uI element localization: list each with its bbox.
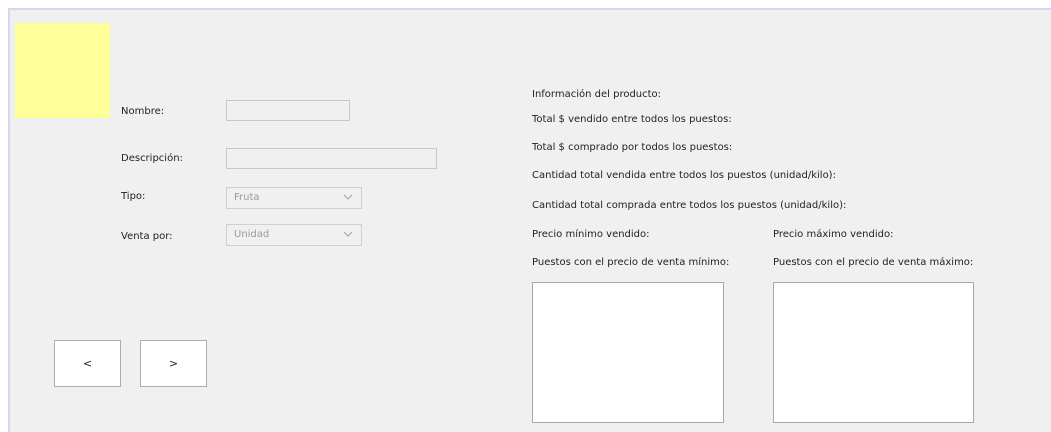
info-title: Información del producto: (532, 89, 662, 100)
prev-button[interactable]: < (54, 340, 121, 387)
cantidad-vendida-label: Cantidad total vendida entre todos los p… (532, 170, 836, 181)
tipo-select[interactable]: Fruta (226, 187, 362, 209)
tipo-label: Tipo: (121, 191, 146, 202)
next-button[interactable]: > (140, 340, 207, 387)
product-image (15, 23, 110, 118)
puestos-maximo-label: Puestos con el precio de venta máximo: (773, 257, 974, 268)
total-vendido-label: Total $ vendido entre todos los puestos: (532, 114, 732, 125)
venta-select[interactable]: Unidad (226, 224, 362, 246)
precio-maximo-label: Precio máximo vendido: (773, 229, 894, 240)
puestos-minimo-list[interactable] (532, 282, 724, 423)
nombre-field[interactable] (226, 100, 350, 121)
chevron-down-icon (343, 194, 353, 200)
precio-minimo-label: Precio mínimo vendido: (532, 229, 650, 240)
nombre-label: Nombre: (121, 106, 165, 117)
venta-select-value: Unidad (234, 229, 270, 240)
puestos-maximo-list[interactable] (773, 282, 974, 423)
puestos-minimo-label: Puestos con el precio de venta mínimo: (532, 257, 730, 268)
descripcion-field[interactable] (226, 148, 437, 169)
main-panel: Nombre: Descripción: Tipo: Fruta Venta p… (8, 8, 1051, 432)
chevron-down-icon (343, 231, 353, 237)
total-comprado-label: Total $ comprado por todos los puestos: (532, 142, 733, 153)
cantidad-comprada-label: Cantidad total comprada entre todos los … (532, 200, 847, 211)
descripcion-label: Descripción: (121, 153, 183, 164)
venta-label: Venta por: (121, 231, 173, 242)
tipo-select-value: Fruta (234, 192, 260, 203)
